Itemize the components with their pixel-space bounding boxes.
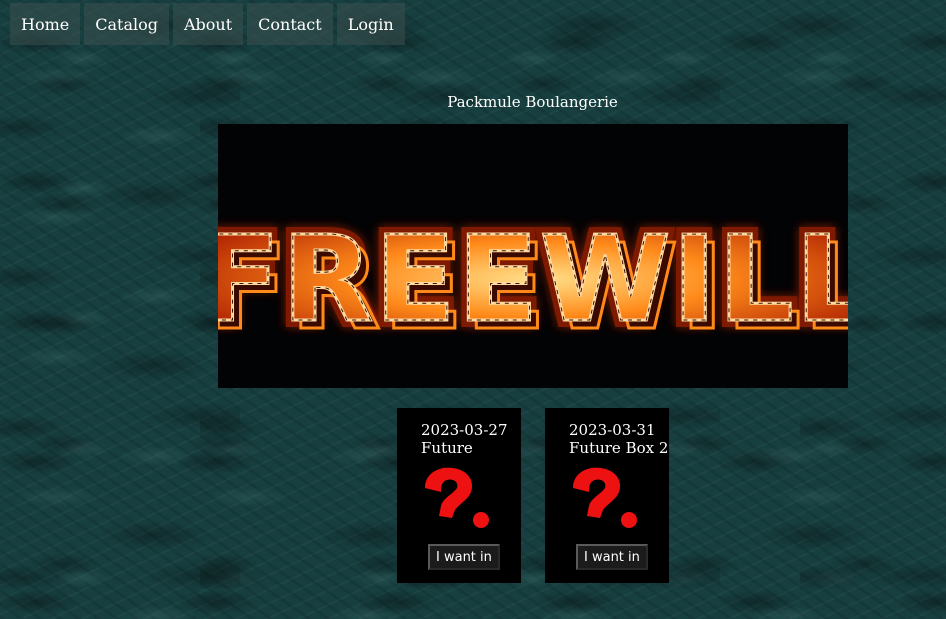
svg-text:FREEWILL: FREEWILL (218, 210, 848, 348)
question-mark-icon (425, 467, 489, 528)
banner-image: FREEWILL FREEWILL FREEWILL FREEWILL (218, 124, 848, 388)
product-date: 2023-03-27 (421, 421, 508, 439)
product-card: 2023-03-31 Future Box 2 I want in (545, 408, 669, 583)
product-list: 2023-03-27 Future I want in 2023-03-31 F… (397, 408, 669, 583)
question-mark-icon (573, 467, 637, 528)
product-name: Future (421, 439, 473, 457)
nav-contact[interactable]: Contact (247, 3, 333, 45)
product-card: 2023-03-27 Future I want in (397, 408, 521, 583)
nav-catalog[interactable]: Catalog (84, 3, 169, 45)
nav-login[interactable]: Login (336, 3, 405, 45)
site-title: Packmule Boulangerie (447, 93, 618, 111)
freewill-logo: FREEWILL FREEWILL FREEWILL FREEWILL (218, 203, 848, 358)
i-want-in-button[interactable]: I want in (576, 544, 648, 570)
product-name: Future Box 2 (569, 439, 669, 457)
nav-home[interactable]: Home (10, 3, 81, 45)
product-date: 2023-03-31 (569, 421, 656, 439)
i-want-in-button[interactable]: I want in (428, 544, 500, 570)
main-nav: Home Catalog About Contact Login (10, 3, 405, 45)
nav-about[interactable]: About (172, 3, 244, 45)
